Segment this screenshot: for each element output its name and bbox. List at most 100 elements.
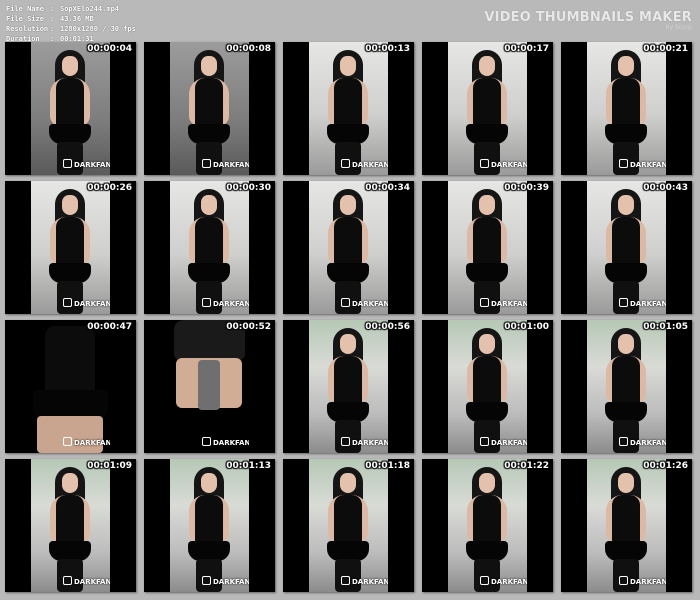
thumbnail-frame: DARKFANS.com (309, 42, 388, 175)
watermark: DARKFANS.com (63, 576, 110, 586)
figure-skirt (327, 541, 369, 561)
watermark: DARKFANS.com (480, 298, 527, 308)
thumbnail[interactable]: DARKFANS.com 00:00:39 (422, 181, 553, 314)
thumbnail[interactable]: DARKFANS.com 00:00:13 (283, 42, 414, 175)
resolution-value: 1280x1280 / 30 fps (60, 25, 136, 33)
watermark-text: DARKFANS.com (213, 161, 249, 169)
thumbnail[interactable]: DARKFANS.com 00:00:08 (144, 42, 275, 175)
watermark: DARKFANS.com (63, 159, 110, 169)
figure-face (479, 473, 495, 493)
file-name-value: SopXElo244.mp4 (60, 5, 120, 13)
thumbnail[interactable]: DARKFANS.com 00:00:04 (5, 42, 136, 175)
thumbnail[interactable]: DARKFANS.com 00:00:26 (5, 181, 136, 314)
figure-face (201, 473, 217, 493)
thumbnail-frame: DARKFANS.com (448, 459, 527, 592)
brand-subtitle: by Scorp (665, 24, 692, 31)
figure-skirt (49, 263, 91, 283)
thumbnail[interactable]: DARKFANS.com 00:01:09 (5, 459, 136, 592)
watermark: DARKFANS.com (63, 298, 110, 308)
thumbnail-frame: DARKFANS.com (170, 320, 249, 453)
watermark: DARKFANS.com (619, 298, 666, 308)
figure-skirt (605, 402, 647, 422)
figure-face (479, 195, 495, 215)
watermark: DARKFANS.com (202, 298, 249, 308)
watermark-text: DARKFANS.com (491, 578, 527, 586)
resolution-row: Resolution : 1280x1280 / 30 fps (6, 24, 136, 34)
thumbnail[interactable]: DARKFANS.com 00:01:18 (283, 459, 414, 592)
watermark-text: DARKFANS.com (74, 439, 110, 447)
thumbnail[interactable]: DARKFANS.com 00:00:43 (561, 181, 692, 314)
figure-skirt (605, 263, 647, 283)
figure-skirt (466, 402, 508, 422)
figure-face (62, 473, 78, 493)
figure-face (479, 334, 495, 354)
watermark: DARKFANS.com (341, 159, 388, 169)
thumbnail[interactable]: DARKFANS.com 00:01:22 (422, 459, 553, 592)
thumbnail[interactable]: DARKFANS.com 00:00:17 (422, 42, 553, 175)
thumbnail[interactable]: DARKFANS.com 00:01:26 (561, 459, 692, 592)
thumbnail-frame: DARKFANS.com (31, 181, 110, 314)
watermark-text: DARKFANS.com (74, 161, 110, 169)
watermark-text: DARKFANS.com (630, 161, 666, 169)
watermark-text: DARKFANS.com (491, 300, 527, 308)
figure-skirt (466, 541, 508, 561)
watermark-logo-icon (202, 437, 211, 446)
watermark-text: DARKFANS.com (213, 578, 249, 586)
timestamp: 00:00:04 (87, 44, 132, 54)
watermark-logo-icon (202, 159, 211, 168)
watermark-text: DARKFANS.com (74, 300, 110, 308)
thumbnail[interactable]: DARKFANS.com 00:00:47 (5, 320, 136, 453)
watermark-text: DARKFANS.com (491, 439, 527, 447)
figure-skirt (188, 541, 230, 561)
watermark-text: DARKFANS.com (352, 300, 388, 308)
thumbnail-frame: DARKFANS.com (587, 181, 666, 314)
timestamp: 00:01:09 (87, 461, 132, 471)
thumbnail-frame: DARKFANS.com (587, 320, 666, 453)
watermark-text: DARKFANS.com (630, 439, 666, 447)
watermark-text: DARKFANS.com (74, 578, 110, 586)
thumbnail[interactable]: DARKFANS.com 00:00:52 (144, 320, 275, 453)
timestamp: 00:00:21 (643, 44, 688, 54)
figure-skirt (605, 124, 647, 144)
file-size-sep: : (50, 15, 55, 23)
watermark-text: DARKFANS.com (213, 439, 249, 447)
watermark-logo-icon (480, 437, 489, 446)
thumbnail-frame: DARKFANS.com (31, 320, 110, 453)
watermark: DARKFANS.com (480, 437, 527, 447)
figure-skirt (605, 541, 647, 561)
thumbnail[interactable]: DARKFANS.com 00:00:21 (561, 42, 692, 175)
watermark-text: DARKFANS.com (352, 578, 388, 586)
watermark: DARKFANS.com (341, 576, 388, 586)
thumbnail-frame: DARKFANS.com (170, 42, 249, 175)
thumbnail[interactable]: DARKFANS.com 00:01:13 (144, 459, 275, 592)
figure-skirt (466, 124, 508, 144)
watermark-logo-icon (619, 159, 628, 168)
watermark-logo-icon (63, 437, 72, 446)
thumbnail[interactable]: DARKFANS.com 00:00:56 (283, 320, 414, 453)
thumbnail[interactable]: DARKFANS.com 00:00:30 (144, 181, 275, 314)
watermark: DARKFANS.com (619, 576, 666, 586)
thumbnail[interactable]: DARKFANS.com 00:00:34 (283, 181, 414, 314)
timestamp: 00:01:18 (365, 461, 410, 471)
watermark-logo-icon (63, 576, 72, 585)
watermark-logo-icon (619, 576, 628, 585)
figure-legs (198, 360, 220, 410)
watermark: DARKFANS.com (480, 159, 527, 169)
thumbnail-frame: DARKFANS.com (31, 459, 110, 592)
watermark-logo-icon (619, 298, 628, 307)
watermark: DARKFANS.com (202, 576, 249, 586)
watermark-logo-icon (480, 576, 489, 585)
thumbnail[interactable]: DARKFANS.com 00:01:05 (561, 320, 692, 453)
thumbnail[interactable]: DARKFANS.com 00:01:00 (422, 320, 553, 453)
watermark-logo-icon (619, 437, 628, 446)
watermark-text: DARKFANS.com (352, 161, 388, 169)
figure-face (340, 473, 356, 493)
watermark-logo-icon (341, 298, 350, 307)
figure-face (340, 334, 356, 354)
timestamp: 00:00:39 (504, 183, 549, 193)
timestamp: 00:01:00 (504, 322, 549, 332)
watermark-text: DARKFANS.com (213, 300, 249, 308)
thumbnail-frame: DARKFANS.com (448, 42, 527, 175)
figure-face (618, 473, 634, 493)
figure-face (62, 195, 78, 215)
